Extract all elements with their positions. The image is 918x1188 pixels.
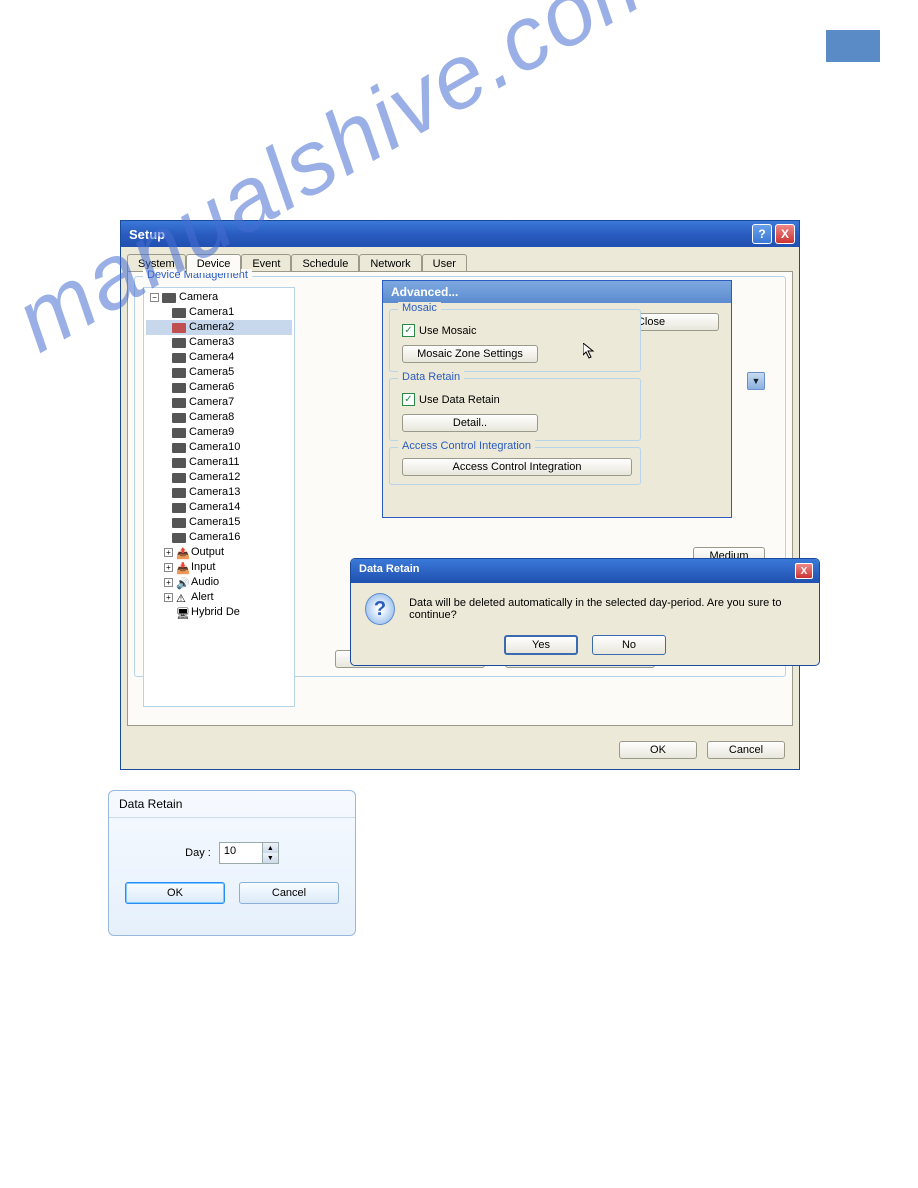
use-data-retain-label: Use Data Retain — [419, 394, 500, 406]
data-retain-legend: Data Retain — [398, 371, 464, 383]
use-mosaic-checkbox[interactable]: ✓ Use Mosaic — [402, 324, 632, 337]
use-mosaic-label: Use Mosaic — [419, 325, 476, 337]
close-icon[interactable]: X — [775, 224, 795, 244]
camera-icon — [172, 518, 186, 528]
mosaic-zone-settings-button[interactable]: Mosaic Zone Settings — [402, 345, 538, 363]
tabstrip: System Device Event Schedule Network Use… — [127, 253, 793, 272]
tree-item[interactable]: Camera5 — [189, 365, 234, 380]
detail-button[interactable]: Detail.. — [402, 414, 538, 432]
expander-icon[interactable]: + — [164, 578, 173, 587]
camera-icon — [172, 488, 186, 498]
mosaic-legend: Mosaic — [398, 302, 441, 314]
output-icon: 📤 — [176, 547, 188, 559]
tree-item[interactable]: Camera2 — [189, 320, 234, 335]
chevron-down-icon[interactable]: ▼ — [747, 372, 765, 390]
yes-button[interactable]: Yes — [504, 635, 578, 655]
camera-icon — [172, 368, 186, 378]
tree-item[interactable]: Camera16 — [189, 530, 240, 545]
camera-icon — [172, 398, 186, 408]
tree-item[interactable]: Camera12 — [189, 470, 240, 485]
cancel-button[interactable]: Cancel — [239, 882, 339, 904]
msgbox-title: Data Retain — [359, 563, 420, 583]
tree-item[interactable]: Input — [191, 560, 215, 575]
camera-icon — [172, 308, 186, 318]
ok-button[interactable]: OK — [125, 882, 225, 904]
cancel-button[interactable]: Cancel — [707, 741, 785, 759]
aci-group: Access Control Integration Access Contro… — [389, 447, 641, 485]
alert-icon: ⚠ — [176, 592, 188, 604]
expander-icon[interactable]: − — [150, 293, 159, 302]
camera-icon — [172, 443, 186, 453]
no-button[interactable]: No — [592, 635, 666, 655]
tree-root[interactable]: Camera — [179, 290, 218, 305]
data-retain-group: Data Retain ✓ Use Data Retain Detail.. — [389, 378, 641, 441]
tree-item[interactable]: Camera13 — [189, 485, 240, 500]
day-value[interactable]: 10 — [220, 843, 262, 863]
tree-item[interactable]: Output — [191, 545, 224, 560]
spinner-down-icon[interactable]: ▼ — [262, 853, 278, 863]
tree-item[interactable]: Audio — [191, 575, 219, 590]
camera-icon — [172, 503, 186, 513]
tree-item[interactable]: Camera15 — [189, 515, 240, 530]
tree-item[interactable]: Camera3 — [189, 335, 234, 350]
tree-item[interactable]: Camera14 — [189, 500, 240, 515]
expander-icon[interactable]: + — [164, 548, 173, 557]
spinner-up-icon[interactable]: ▲ — [262, 843, 278, 853]
checkbox-checked-icon: ✓ — [402, 324, 415, 337]
camera-icon — [172, 383, 186, 393]
day-label: Day : — [185, 847, 211, 859]
tree-item[interactable]: Camera4 — [189, 350, 234, 365]
input-icon: 📥 — [176, 562, 188, 574]
msgbox-text: Data will be deleted automatically in th… — [409, 597, 805, 621]
camera-icon — [172, 323, 186, 333]
aci-legend: Access Control Integration — [398, 440, 535, 452]
audio-icon: 🔊 — [176, 577, 188, 589]
device-tree[interactable]: −Camera Camera1 Camera2 Camera3 Camera4 … — [143, 287, 295, 707]
data-retain-msgbox: Data Retain X ? Data will be deleted aut… — [350, 558, 820, 666]
setup-titlebar: Setup ? X — [121, 221, 799, 247]
use-data-retain-checkbox[interactable]: ✓ Use Data Retain — [402, 393, 632, 406]
tree-item[interactable]: Camera7 — [189, 395, 234, 410]
setup-title: Setup — [129, 227, 749, 242]
tree-item[interactable]: Hybrid De — [191, 605, 240, 620]
page-corner-tab — [826, 30, 880, 62]
camera-icon — [172, 428, 186, 438]
tree-item[interactable]: Camera10 — [189, 440, 240, 455]
advanced-titlebar: Advanced... — [383, 281, 731, 303]
expander-icon[interactable]: + — [164, 593, 173, 602]
dr-small-title: Data Retain — [109, 791, 355, 818]
checkbox-checked-icon: ✓ — [402, 393, 415, 406]
camera-icon — [172, 458, 186, 468]
tree-item[interactable]: Camera1 — [189, 305, 234, 320]
camera-icon — [172, 413, 186, 423]
data-retain-dialog: Data Retain Day : 10 ▲ ▼ OK Cancel — [108, 790, 356, 936]
hybrid-icon: 🖥 — [176, 607, 188, 619]
camera-icon — [172, 473, 186, 483]
close-icon[interactable]: X — [795, 563, 813, 579]
help-icon[interactable]: ? — [752, 224, 772, 244]
tree-item[interactable]: Camera11 — [189, 455, 240, 470]
day-spinner[interactable]: 10 ▲ ▼ — [219, 842, 279, 864]
tree-item[interactable]: Camera6 — [189, 380, 234, 395]
tree-item[interactable]: Alert — [191, 590, 214, 605]
advanced-dialog: Advanced... Close Mosaic ✓ Use Mosaic Mo… — [382, 280, 732, 518]
ok-button[interactable]: OK — [619, 741, 697, 759]
camera-icon — [172, 338, 186, 348]
camera-icon — [172, 353, 186, 363]
tree-item[interactable]: Camera8 — [189, 410, 234, 425]
expander-icon[interactable]: + — [164, 563, 173, 572]
question-icon: ? — [365, 593, 395, 625]
advanced-title: Advanced... — [391, 285, 458, 299]
tree-item[interactable]: Camera9 — [189, 425, 234, 440]
camera-icon — [172, 533, 186, 543]
tab-device[interactable]: Device — [186, 254, 242, 273]
aci-button[interactable]: Access Control Integration — [402, 458, 632, 476]
mosaic-group: Mosaic ✓ Use Mosaic Mosaic Zone Settings — [389, 309, 641, 372]
camera-icon — [162, 293, 176, 303]
